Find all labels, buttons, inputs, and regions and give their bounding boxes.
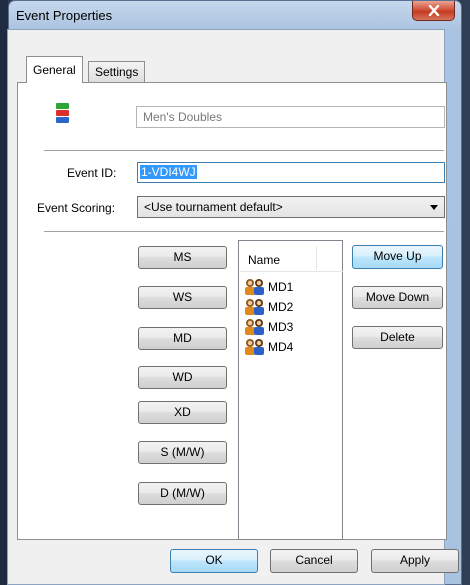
event-name-input[interactable]: Men's Doubles (136, 106, 445, 128)
md-button-label: MD (173, 331, 192, 345)
d-mw-button-label: D (M/W) (160, 486, 205, 500)
event-scoring-select[interactable]: <Use tournament default> (137, 196, 445, 218)
close-icon (428, 5, 439, 16)
event-id-value: 1-VDI4WJ (140, 165, 197, 179)
event-colors-icon (56, 103, 69, 123)
ws-button[interactable]: WS (138, 286, 227, 309)
list-item-label: MD4 (268, 340, 294, 354)
list-item-md3[interactable]: MD3 (244, 317, 324, 337)
event-id-label: Event ID: (67, 166, 117, 180)
ok-label: OK (205, 553, 223, 567)
list-item-label: MD3 (268, 320, 294, 334)
d-mw-button[interactable]: D (M/W) (138, 482, 227, 505)
tab-general[interactable]: General (26, 56, 83, 83)
cancel-button[interactable]: Cancel (270, 549, 358, 573)
event-scoring-value: <Use tournament default> (144, 200, 283, 214)
window-title: Event Properties (16, 8, 113, 23)
xd-button[interactable]: XD (138, 401, 227, 424)
list-header: Name (240, 242, 343, 272)
name-column-header[interactable]: Name (248, 253, 280, 267)
move-down-label: Move Down (365, 290, 430, 304)
move-up-label: Move Up (373, 249, 422, 263)
players-icon (245, 319, 264, 335)
ms-button[interactable]: MS (138, 246, 227, 269)
list-item-md1[interactable]: MD1 (244, 277, 324, 297)
cancel-label: Cancel (295, 553, 333, 567)
players-icon (245, 279, 264, 295)
apply-button[interactable]: Apply (371, 549, 459, 573)
players-icon (245, 299, 264, 315)
event-scoring-label: Event Scoring: (37, 201, 116, 215)
event-name-placeholder: Men's Doubles (143, 110, 222, 124)
tab-settings[interactable]: Settings (88, 61, 146, 82)
s-mw-button-label: S (M/W) (160, 445, 205, 459)
separator-bottom (44, 231, 444, 233)
list-item-md2[interactable]: MD2 (244, 297, 324, 317)
delete-label: Delete (380, 330, 415, 344)
move-down-button[interactable]: Move Down (352, 286, 443, 309)
ws-button-label: WS (172, 290, 193, 304)
close-button[interactable] (412, 1, 455, 21)
wd-button[interactable]: WD (138, 366, 227, 389)
tab-settings-label: Settings (95, 65, 139, 79)
apply-label: Apply (399, 553, 431, 567)
list-item-label: MD1 (268, 280, 294, 294)
players-icon (245, 339, 264, 355)
chevron-down-icon (430, 205, 438, 210)
column-divider (316, 246, 317, 270)
s-mw-button[interactable]: S (M/W) (138, 441, 227, 464)
list-item-md4[interactable]: MD4 (244, 337, 324, 357)
separator-top (44, 150, 444, 152)
move-up-button[interactable]: Move Up (352, 245, 443, 269)
delete-button[interactable]: Delete (352, 326, 443, 349)
tab-general-label: General (33, 63, 76, 77)
ok-button[interactable]: OK (170, 549, 258, 573)
ms-button-label: MS (173, 250, 192, 264)
md-button[interactable]: MD (138, 327, 227, 350)
event-id-input[interactable]: 1-VDI4WJ (137, 162, 445, 183)
wd-button-label: WD (172, 370, 193, 384)
title-bar[interactable]: Event Properties (9, 1, 461, 31)
list-item-label: MD2 (268, 300, 294, 314)
xd-button-label: XD (174, 405, 191, 419)
